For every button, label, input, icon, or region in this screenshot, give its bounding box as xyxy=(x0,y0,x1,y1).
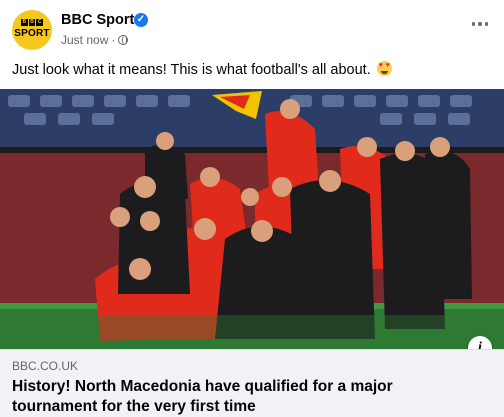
link-preview[interactable]: BBC.CO.UK History! North Macedonia have … xyxy=(0,349,504,417)
bbc-letter: B xyxy=(21,19,28,26)
heart-eyes-emoji-icon xyxy=(376,61,392,76)
link-domain: BBC.CO.UK xyxy=(12,359,79,373)
more-options-icon[interactable] xyxy=(468,12,492,36)
page-avatar[interactable]: B B C SPORT xyxy=(12,10,52,50)
bbc-logo: B B C xyxy=(21,19,44,26)
verified-badge-icon: ✓ xyxy=(134,13,148,27)
bbc-letter: C xyxy=(36,19,44,26)
sport-wordmark: SPORT xyxy=(14,28,50,39)
post-photo[interactable] xyxy=(0,89,504,349)
team-celebration-image xyxy=(0,89,504,349)
facebook-post: B B C SPORT BBC Sport ✓ Just now · Just … xyxy=(0,0,504,417)
caption-text: Just look what it means! This is what fo… xyxy=(12,62,371,78)
page-name-link[interactable]: BBC Sport xyxy=(61,12,134,28)
globe-icon[interactable] xyxy=(118,35,129,45)
post-header: B B C SPORT BBC Sport ✓ Just now · xyxy=(0,0,504,56)
link-headline[interactable]: History! North Macedonia have qualified … xyxy=(12,377,482,417)
bbc-letter: B xyxy=(28,19,36,26)
post-meta: Just now · xyxy=(61,33,129,47)
post-timestamp[interactable]: Just now xyxy=(61,33,108,47)
post-caption: Just look what it means! This is what fo… xyxy=(12,61,392,78)
meta-separator: · xyxy=(111,33,116,47)
